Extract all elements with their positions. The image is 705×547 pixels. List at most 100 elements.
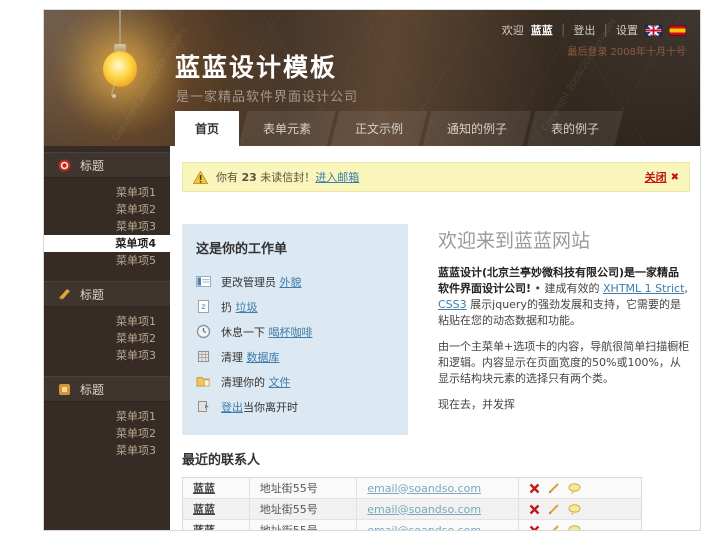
header-banner: Copyright 2008/2009 images Copyright 200… — [44, 10, 700, 146]
uk-flag-icon[interactable] — [645, 25, 662, 36]
username-link[interactable]: 蓝蓝 — [531, 22, 553, 38]
welcome-label: 欢迎 — [502, 22, 524, 38]
worklist-link[interactable]: 喝杯咖啡 — [269, 326, 313, 339]
bulb-cord — [119, 10, 121, 48]
notification-text: 你有 23 未读信封！ — [216, 169, 315, 185]
page: Copyright 2008/2009 images Copyright 200… — [44, 10, 700, 530]
sidebar-items-group-3: 菜单项1 菜单项2 菜单项3 — [44, 402, 170, 463]
user-bar: 欢迎 蓝蓝 │ 登出 │ 设置 — [502, 22, 686, 38]
tab-bar: 首页 表单元素 正文示例 通知的例子 表的例子 — [175, 111, 619, 146]
contact-address: 地址街55号 — [250, 499, 358, 519]
contact-name-link[interactable]: 蓝蓝 — [193, 480, 215, 496]
worklist-link[interactable]: 外貌 — [280, 276, 302, 289]
worklist-item: 更改管理员 外貌 — [196, 269, 394, 294]
brush-icon — [58, 288, 71, 301]
folder-icon — [196, 374, 211, 389]
worklist-item: 登出当你离开时 — [196, 394, 394, 419]
worklist-link[interactable]: 文件 — [269, 376, 291, 389]
warning-icon — [193, 171, 208, 184]
sidebar-item[interactable]: 菜单项3 — [44, 218, 170, 235]
welcome-paragraph-2: 由一个主菜单+选项卡的内容，导航很简单扫描橱柜和逻辑。内容显示在页面宽度的50%… — [438, 339, 690, 387]
sidebar: 标题 菜单项1 菜单项2 菜单项3 菜单项4 菜单项5 标题 菜单项1 菜单项2… — [44, 146, 170, 530]
contact-name-link[interactable]: 蓝蓝 — [193, 522, 215, 530]
close-icon[interactable]: ✖ — [671, 172, 679, 183]
logout-icon — [196, 399, 211, 414]
table-row: 蓝蓝 地址街55号 email@soandso.com — [183, 520, 641, 530]
delete-icon[interactable] — [529, 483, 540, 494]
box-icon — [58, 383, 71, 396]
sidebar-item-active[interactable]: 菜单项4 — [44, 235, 170, 252]
table-row: 蓝蓝 地址街55号 email@soandso.com — [183, 499, 641, 520]
welcome-paragraph-3: 现在去，并发挥 — [438, 397, 690, 413]
edit-icon[interactable] — [548, 482, 560, 494]
welcome-paragraph-1: 蓝蓝设计(北京兰亭妙微科技有限公司)是一家精品软件界面设计公司! • 建成有效的… — [438, 265, 690, 329]
sidebar-item[interactable]: 菜单项1 — [44, 408, 170, 425]
tab-notification-example[interactable]: 通知的例子 — [423, 111, 532, 146]
tab-text-example[interactable]: 正文示例 — [331, 111, 428, 146]
welcome-heading: 欢迎来到蓝蓝网站 — [438, 226, 690, 253]
sidebar-item[interactable]: 菜单项1 — [44, 184, 170, 201]
css3-link[interactable]: CSS3 — [438, 298, 467, 311]
svg-text:z: z — [201, 302, 205, 311]
contacts-section: 最近的联系人 蓝蓝 地址街55号 email@soandso.com 蓝蓝 地址… — [182, 449, 690, 530]
settings-link[interactable]: 设置 — [616, 22, 638, 38]
contact-email-link[interactable]: email@soandso.com — [367, 503, 481, 516]
worklist-item: z 扔 垃圾 — [196, 294, 394, 319]
database-icon — [196, 349, 211, 364]
sidebar-item[interactable]: 菜单项2 — [44, 201, 170, 218]
close-link[interactable]: 关闭 — [645, 169, 667, 185]
sidebar-item[interactable]: 菜单项2 — [44, 330, 170, 347]
divider: │ — [602, 24, 609, 37]
contact-email-link[interactable]: email@soandso.com — [367, 482, 481, 495]
page-subtitle: 是一家精品软件界面设计公司 — [176, 86, 358, 105]
contacts-table: 蓝蓝 地址街55号 email@soandso.com 蓝蓝 地址街55号 em… — [182, 477, 642, 530]
page-title: 蓝蓝设计模板 — [175, 48, 337, 84]
delete-icon[interactable] — [529, 525, 540, 531]
edit-icon[interactable] — [548, 503, 560, 515]
tab-home[interactable]: 首页 — [175, 111, 239, 146]
delete-icon[interactable] — [529, 504, 540, 515]
sidebar-section-title: 标题 — [80, 381, 104, 398]
xhtml-link[interactable]: XHTML 1 Strict — [603, 282, 684, 295]
logout-link[interactable]: 登出 — [573, 22, 595, 38]
sidebar-items-group-2: 菜单项1 菜单项2 菜单项3 — [44, 307, 170, 368]
sidebar-section-title: 标题 — [80, 157, 104, 174]
mailbox-link[interactable]: 进入邮箱 — [315, 169, 359, 185]
sidebar-item[interactable]: 菜单项1 — [44, 313, 170, 330]
contact-address: 地址街55号 — [250, 478, 358, 498]
worklist-link[interactable]: 垃圾 — [236, 301, 258, 314]
last-login-text: 最后登录 2008年十月十号 — [567, 43, 686, 58]
notification-banner: 你有 23 未读信封！ 进入邮箱 关闭 ✖ — [182, 162, 690, 192]
comment-icon[interactable] — [568, 504, 581, 515]
worklist-link[interactable]: 登出 — [221, 401, 243, 414]
vcard-icon — [196, 274, 211, 289]
contacts-title: 最近的联系人 — [182, 449, 690, 468]
contact-email-link[interactable]: email@soandso.com — [367, 524, 481, 531]
sidebar-item[interactable]: 菜单项3 — [44, 442, 170, 459]
worklist-title: 这是你的工作单 — [196, 238, 394, 257]
contact-name-link[interactable]: 蓝蓝 — [193, 501, 215, 517]
worklist-link[interactable]: 数据库 — [247, 351, 280, 364]
edit-icon[interactable] — [548, 524, 560, 530]
sidebar-section-title: 标题 — [80, 286, 104, 303]
worklist-item: 清理 数据库 — [196, 344, 394, 369]
light-bulb-icon — [103, 51, 137, 87]
sidebar-item[interactable]: 菜单项3 — [44, 347, 170, 364]
contact-address: 地址街55号 — [250, 520, 358, 530]
sidebar-items-group-1: 菜单项1 菜单项2 菜单项3 菜单项4 菜单项5 — [44, 178, 170, 273]
bulb-pull-dot — [112, 94, 116, 98]
tab-table-example[interactable]: 表的例子 — [527, 111, 624, 146]
target-icon — [58, 159, 71, 172]
comment-icon[interactable] — [568, 525, 581, 531]
comment-icon[interactable] — [568, 483, 581, 494]
tab-form-elements[interactable]: 表单元素 — [239, 111, 336, 146]
clock-icon — [196, 324, 211, 339]
sidebar-item[interactable]: 菜单项5 — [44, 252, 170, 269]
worklist-item: 清理你的 文件 — [196, 369, 394, 394]
divider: │ — [560, 24, 567, 37]
spain-flag-icon[interactable] — [669, 25, 686, 36]
worklist-panel: 这是你的工作单 更改管理员 外貌 z 扔 垃圾 — [182, 224, 408, 435]
sidebar-item[interactable]: 菜单项2 — [44, 425, 170, 442]
sidebar-section-header-3: 标题 — [44, 376, 170, 402]
sidebar-section-header-1: 标题 — [44, 152, 170, 178]
